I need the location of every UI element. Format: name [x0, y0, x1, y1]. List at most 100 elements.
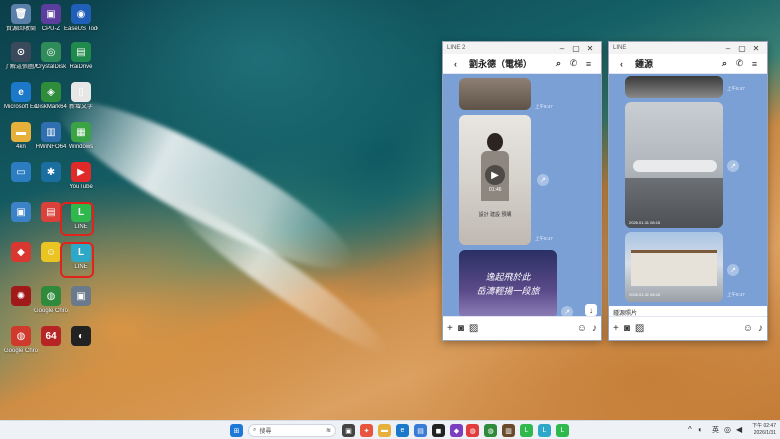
- network-icon[interactable]: ◎: [724, 425, 731, 434]
- line2-window[interactable]: LINE 2 – ▢ ✕ ‹ 劉永德（電梯） ⌕ ✆ ≡ 上午8:47 ▶ 01…: [442, 41, 602, 341]
- desktop-icon[interactable]: ▦ Windows: [64, 122, 98, 151]
- chrome-icon[interactable]: ◍: [466, 424, 479, 437]
- desktop-icon[interactable]: ◈ DiskMark64: [34, 82, 68, 111]
- share-icon[interactable]: ↗: [537, 174, 549, 186]
- desktop-icon-label: 資源回收筒: [5, 26, 36, 32]
- desktop-icon[interactable]: ▣ CPU-Z: [34, 4, 68, 33]
- desktop-icon[interactable]: ▯ 新增文字: [64, 82, 98, 111]
- search-box[interactable]: ⌕ 搜尋 ≋: [248, 424, 336, 437]
- desktop-icon[interactable]: ⊙ 了解這張圖片: [4, 42, 38, 71]
- emoji-icon[interactable]: ☺: [743, 323, 753, 334]
- maximize-icon[interactable]: ▢: [735, 44, 749, 53]
- desktop-icon[interactable]: ▣: [64, 286, 98, 308]
- desktop-icon[interactable]: ▤ RaiDrive: [64, 42, 98, 71]
- desktop-icon[interactable]: ◐: [64, 326, 98, 348]
- desktop-icon[interactable]: e Microsoft Edge: [4, 82, 38, 111]
- edge-icon[interactable]: e: [396, 424, 409, 437]
- desktop-icon-label: YouTube: [69, 184, 93, 190]
- tray-chevron-icon[interactable]: ^: [688, 425, 692, 434]
- camera-icon[interactable]: ◙: [624, 323, 630, 334]
- volume-icon[interactable]: ◀: [736, 425, 742, 434]
- start-icon[interactable]: ⊞: [230, 424, 243, 437]
- line-window[interactable]: LINE – ▢ ✕ ‹ 鍾源 ⌕ ✆ ≡ 上午8:47 2026.01.31 …: [608, 41, 768, 341]
- desktop-icon[interactable]: ◎ CrystalDisk: [34, 42, 68, 71]
- chat-messages[interactable]: 上午8:47 2026.01.31 08:15 ↗ 2026.01.31 08:…: [609, 74, 767, 318]
- desktop-icon[interactable]: ▥ HWiNFO64: [34, 122, 68, 151]
- image-icon[interactable]: ▨: [469, 323, 478, 334]
- desktop-icon[interactable]: ✱: [34, 162, 68, 184]
- input-language[interactable]: 英: [712, 425, 719, 435]
- chat-messages[interactable]: 上午8:47 ▶ 01:46 設計 建設 預購 上午8:47 ↗ 逸起飛於此 岳…: [443, 74, 601, 318]
- app-icon: ▤: [41, 202, 61, 222]
- message-photo[interactable]: 2026.01.31 08:16: [625, 232, 723, 302]
- menu-icon[interactable]: ≡: [747, 59, 762, 69]
- app-icon: ✱: [41, 162, 61, 182]
- desktop-icon[interactable]: ◍ Google Chrome: [4, 326, 38, 355]
- message-image[interactable]: [625, 76, 723, 98]
- desktop-icon[interactable]: ◍ Google Chrome: [34, 286, 68, 315]
- desktop-icon[interactable]: ▣: [4, 202, 38, 224]
- message-input[interactable]: [483, 324, 571, 334]
- minimize-icon[interactable]: –: [555, 44, 569, 53]
- line-taskbar-icon[interactable]: L: [538, 424, 551, 437]
- back-icon[interactable]: ‹: [614, 59, 629, 69]
- file-explorer-icon[interactable]: ▬: [378, 424, 391, 437]
- share-icon[interactable]: ↗: [727, 264, 739, 276]
- line-taskbar-icon[interactable]: L: [556, 424, 569, 437]
- clock-time: 下午 02:47: [752, 423, 776, 429]
- window-titlebar[interactable]: LINE – ▢ ✕: [609, 42, 767, 54]
- phone-icon[interactable]: ✆: [566, 58, 581, 69]
- message-image[interactable]: [459, 78, 531, 110]
- desktop-icon[interactable]: 64: [34, 326, 68, 348]
- app-icon[interactable]: ◆: [450, 424, 463, 437]
- timestamp: 上午8:47: [535, 104, 553, 109]
- camera-icon[interactable]: ◙: [458, 323, 464, 334]
- chrome-icon[interactable]: ◍: [484, 424, 497, 437]
- add-icon[interactable]: +: [613, 323, 619, 334]
- add-icon[interactable]: +: [447, 323, 453, 334]
- share-icon[interactable]: ↗: [727, 160, 739, 172]
- store-icon[interactable]: ▤: [414, 424, 427, 437]
- desktop-icon[interactable]: ▭: [4, 162, 38, 184]
- search-icon: ⌕: [253, 427, 257, 433]
- highlight-line-icon: [60, 202, 94, 236]
- close-icon[interactable]: ✕: [749, 44, 763, 53]
- desktop-icon[interactable]: ✺: [4, 286, 38, 308]
- desktop-icon[interactable]: ▶ YouTube: [64, 162, 98, 191]
- back-icon[interactable]: ‹: [448, 59, 463, 69]
- close-icon[interactable]: ✕: [583, 44, 597, 53]
- menu-icon[interactable]: ≡: [581, 59, 596, 69]
- desktop-icon[interactable]: ◆: [4, 242, 38, 264]
- task-view-icon[interactable]: ▣: [342, 424, 355, 437]
- message-input[interactable]: [649, 324, 737, 334]
- desktop-icon[interactable]: ◉ EaseUS Todo: [64, 4, 98, 33]
- app-icon[interactable]: ◼: [432, 424, 445, 437]
- play-icon[interactable]: ▶: [485, 165, 505, 185]
- mic-icon[interactable]: ♪: [592, 323, 597, 334]
- line-taskbar-icon[interactable]: L: [520, 424, 533, 437]
- search-icon[interactable]: ⌕: [551, 58, 566, 69]
- app-icon: ◍: [41, 286, 61, 306]
- window-titlebar[interactable]: LINE 2 – ▢ ✕: [443, 42, 601, 54]
- emoji-icon[interactable]: ☺: [577, 323, 587, 334]
- search-icon[interactable]: ⌕: [717, 58, 732, 69]
- message-photo[interactable]: 2026.01.31 08:15: [625, 102, 723, 228]
- clock[interactable]: 下午 02:47 2026/1/31: [746, 423, 776, 437]
- phone-icon[interactable]: ✆: [732, 58, 747, 69]
- maximize-icon[interactable]: ▢: [569, 44, 583, 53]
- taskbar: ⊞ ⌕ 搜尋 ≋ ▣ ✦ ▬ e ▤ ◼ ◆ ◍ ◍ ▥ L L L ^ ◐ 英…: [0, 420, 780, 439]
- minimize-icon[interactable]: –: [721, 44, 735, 53]
- mic-icon[interactable]: ♪: [758, 323, 763, 334]
- message-video[interactable]: ▶ 01:46 設計 建設 預購: [459, 115, 531, 245]
- image-icon[interactable]: ▨: [635, 323, 644, 334]
- desktop-icon[interactable]: 🗑 資源回收筒: [4, 4, 38, 33]
- app-icon[interactable]: ▥: [502, 424, 515, 437]
- zebra-icon: ≋: [325, 428, 331, 434]
- message-image[interactable]: 逸起飛於此 岳濤輕揚一段旅: [459, 250, 557, 318]
- app-icon: ▦: [71, 122, 91, 142]
- desktop-icon[interactable]: ▬ 4kn: [4, 122, 38, 151]
- scroll-down-icon[interactable]: ↓: [585, 304, 597, 316]
- tray-app-icon[interactable]: ◐: [698, 425, 703, 434]
- timestamp: 上午8:47: [727, 292, 745, 297]
- copilot-icon[interactable]: ✦: [360, 424, 373, 437]
